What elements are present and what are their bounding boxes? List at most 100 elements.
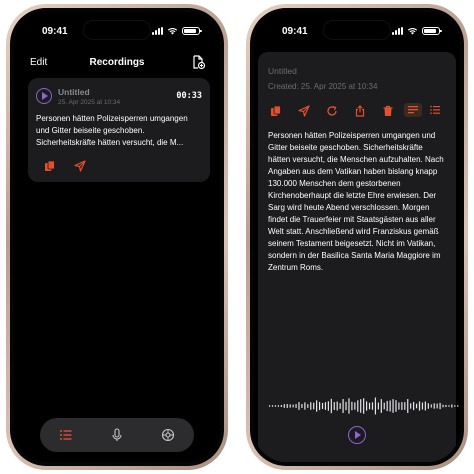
- list-view-icon: [430, 105, 440, 114]
- waveform-bar: [377, 402, 379, 410]
- waveform-bar: [330, 398, 332, 414]
- waveform-bar: [286, 404, 288, 408]
- transcript-text[interactable]: Personen hätten Polizeisperren umgangen …: [268, 130, 446, 274]
- waveform-bar: [442, 404, 444, 408]
- waveform-bar: [289, 404, 291, 408]
- waveform-bar: [427, 403, 429, 409]
- status-time: 09:41: [282, 25, 308, 37]
- refresh-icon[interactable]: [326, 105, 338, 117]
- waveform-bar: [271, 405, 274, 407]
- status-bar: 09:41: [254, 22, 460, 40]
- status-icons: [392, 27, 442, 35]
- waveform-bar: [368, 402, 371, 410]
- wifi-icon: [407, 28, 418, 35]
- phone-left: 09:41 Edit Recordings Untitled 25. Apr 2…: [6, 4, 228, 470]
- waveform-bar: [407, 399, 409, 413]
- card-actions: [44, 160, 86, 172]
- waveform-bar: [383, 402, 385, 410]
- waveform-bar: [292, 404, 294, 408]
- waveform-bar: [457, 405, 459, 407]
- waveform-bar: [451, 404, 453, 408]
- waveform-bar: [404, 402, 406, 410]
- copy-icon[interactable]: [270, 105, 282, 117]
- recording-duration: 00:33: [176, 91, 202, 101]
- created-date: Created: 25. Apr 2025 at 10:34: [268, 82, 378, 91]
- view-mode-toggle: [404, 103, 444, 117]
- waveform-bar: [316, 400, 318, 412]
- share-icon[interactable]: [354, 105, 366, 117]
- waveform-bar: [313, 402, 315, 410]
- paragraph-view-icon: [408, 106, 418, 114]
- waveform-bar: [304, 402, 306, 410]
- waveform-bar: [345, 401, 347, 411]
- microphone-icon[interactable]: [110, 428, 124, 442]
- status-icons: [152, 27, 202, 35]
- copy-icon[interactable]: [44, 160, 56, 172]
- list-view-button[interactable]: [426, 103, 444, 117]
- transcript-preview: Personen hätten Polizeisperren umgangen …: [36, 114, 188, 147]
- audio-waveform[interactable]: [268, 396, 460, 416]
- phone-bezel: 09:41 Edit Recordings Untitled 25. Apr 2…: [10, 8, 224, 466]
- waveform-bar: [415, 403, 418, 409]
- waveform-bar: [398, 402, 400, 410]
- waveform-bar: [374, 397, 377, 415]
- waveform-bar: [360, 399, 362, 413]
- phone-bezel: 09:41 Untitled Created: 25. Apr 2025 at …: [250, 8, 464, 466]
- battery-icon: [182, 27, 202, 35]
- share-icon[interactable]: [74, 160, 86, 172]
- settings-icon[interactable]: [161, 428, 175, 442]
- waveform-bar: [363, 398, 365, 414]
- waveform-bar: [318, 401, 321, 411]
- edit-button[interactable]: Edit: [30, 57, 47, 68]
- waveform-bar: [430, 404, 432, 408]
- list-icon[interactable]: [59, 428, 73, 442]
- waveform-bar: [295, 404, 297, 408]
- tab-bar: [40, 418, 194, 452]
- waveform-bar: [354, 402, 356, 410]
- trash-icon[interactable]: [382, 105, 394, 117]
- status-bar: 09:41: [14, 22, 220, 40]
- waveform-bar: [436, 403, 438, 409]
- waveform-bar: [401, 402, 403, 410]
- waveform-bar: [310, 402, 312, 410]
- waveform-bar: [327, 401, 329, 411]
- battery-icon: [422, 27, 442, 35]
- phone-right: 09:41 Untitled Created: 25. Apr 2025 at …: [246, 4, 468, 470]
- play-button[interactable]: [36, 88, 52, 104]
- waveform-bar: [348, 398, 350, 414]
- waveform-bar: [307, 404, 309, 408]
- waveform-bar: [395, 400, 397, 412]
- waveform-bar: [439, 402, 441, 410]
- cellular-signal-icon: [392, 27, 403, 35]
- waveform-bar: [389, 400, 391, 412]
- waveform-bar: [324, 402, 327, 410]
- waveform-bar: [333, 402, 335, 410]
- waveform-bar: [321, 402, 324, 410]
- new-document-icon[interactable]: [190, 54, 206, 70]
- waveform-bar: [371, 402, 374, 410]
- waveform-bar: [448, 405, 450, 407]
- waveform-bar: [433, 403, 435, 409]
- waveform-bar: [336, 401, 338, 411]
- waveform-bar: [454, 405, 456, 407]
- waveform-bar: [280, 405, 282, 407]
- recording-card[interactable]: Untitled 25. Apr 2025 at 10:34 00:33 Per…: [28, 78, 210, 182]
- waveform-bar: [342, 398, 344, 414]
- detail-sheet: Untitled Created: 25. Apr 2025 at 10:34: [258, 52, 459, 462]
- waveform-bar: [269, 405, 271, 407]
- paragraph-view-button[interactable]: [404, 103, 422, 117]
- recordings-screen: 09:41 Edit Recordings Untitled 25. Apr 2…: [14, 12, 220, 462]
- waveform-bar: [418, 401, 421, 411]
- send-icon[interactable]: [298, 105, 310, 117]
- waveform-bar: [339, 403, 341, 409]
- wifi-icon: [167, 28, 178, 35]
- waveform-bar: [392, 399, 394, 413]
- waveform-bar: [410, 403, 412, 409]
- recording-title[interactable]: Untitled: [268, 66, 297, 76]
- waveform-bar: [421, 402, 424, 410]
- waveform-bar: [413, 401, 415, 411]
- play-button[interactable]: [348, 426, 366, 444]
- action-toolbar: [270, 103, 450, 119]
- recording-detail-screen: 09:41 Untitled Created: 25. Apr 2025 at …: [254, 12, 460, 462]
- waveform-bar: [445, 404, 447, 408]
